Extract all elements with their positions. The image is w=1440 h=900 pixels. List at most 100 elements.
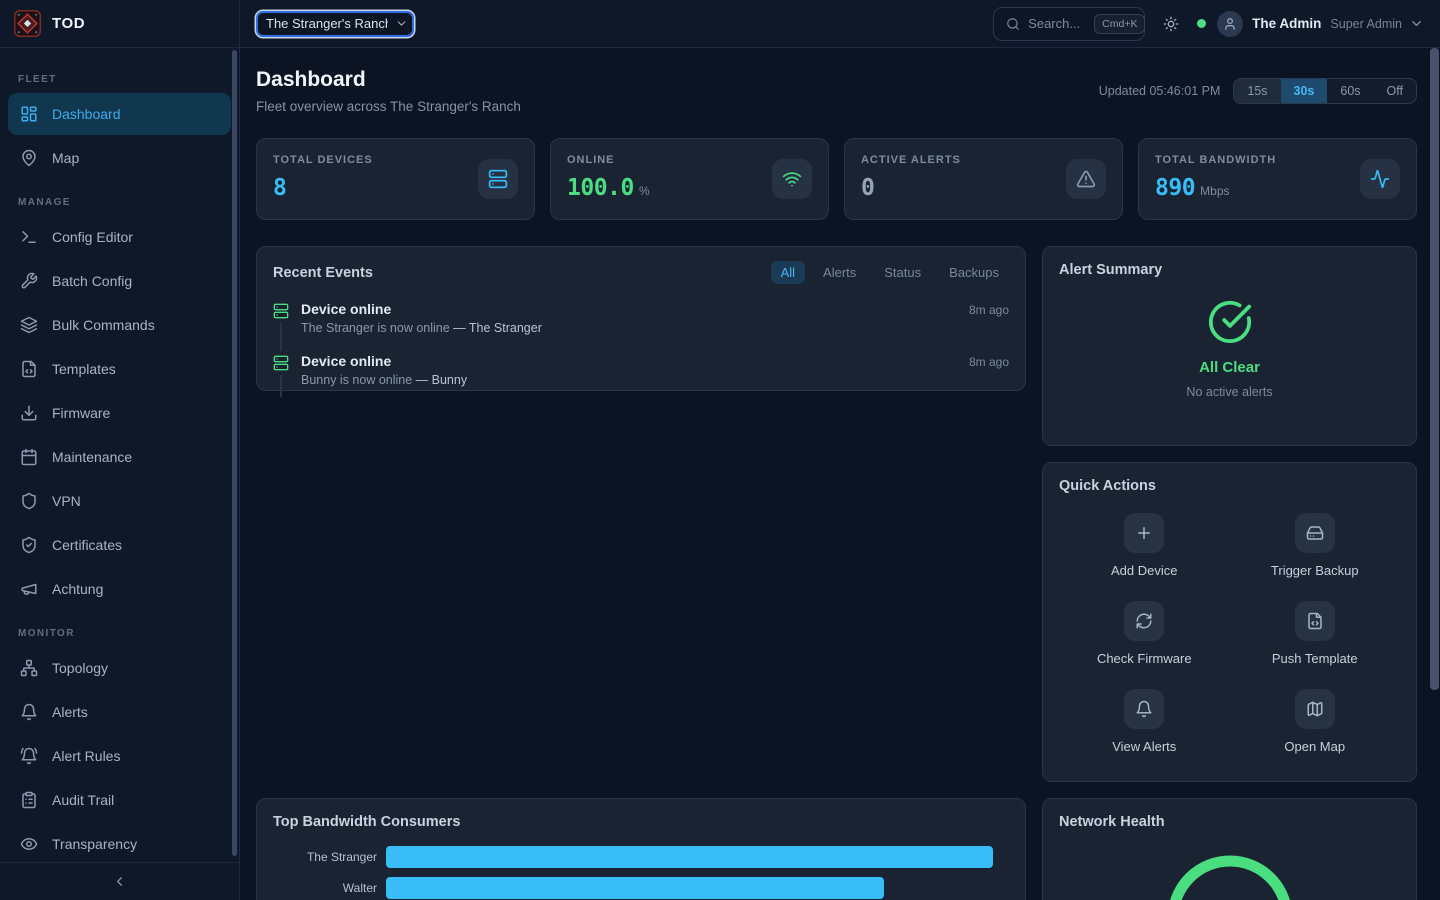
sidebar-item-certificates[interactable]: Certificates [8,524,231,566]
sidebar-item-templates[interactable]: Templates [8,348,231,390]
sidebar-section-manage: MANAGE [18,197,221,208]
refresh-60s-button[interactable]: 60s [1327,79,1373,103]
quick-action-label: Trigger Backup [1271,563,1359,578]
events-tab-all[interactable]: All [771,261,805,284]
sidebar-item-batch-config[interactable]: Batch Config [8,260,231,302]
refresh-30s-button[interactable]: 30s [1281,79,1328,103]
recent-events-title: Recent Events [273,265,373,281]
bell-icon [20,703,38,721]
stat-value: 0 [861,175,874,201]
user-menu-chevron-icon[interactable] [1409,16,1424,31]
search-box[interactable]: Cmd+K [993,7,1145,41]
fleet-selector[interactable]: The Stranger's Ranch [256,11,414,37]
avatar[interactable] [1217,11,1243,37]
sidebar-item-dashboard[interactable]: Dashboard [8,93,231,135]
sidebar-item-label: Firmware [52,405,110,421]
sidebar-item-label: Alert Rules [52,748,120,764]
sidebar-item-firmware[interactable]: Firmware [8,392,231,434]
events-tab-status[interactable]: Status [874,261,931,284]
stat-icon-chip [1360,159,1400,199]
stat-label: ACTIVE ALERTS [861,154,961,166]
check-firmware-button[interactable]: Check Firmware [1059,601,1230,666]
event-time: 8m ago [969,303,1009,317]
events-tab-alerts[interactable]: Alerts [813,261,866,284]
trigger-backup-button[interactable]: Trigger Backup [1230,513,1401,578]
alert-summary-status: All Clear [1199,359,1260,376]
alert-triangle-icon [1076,169,1096,189]
sidebar-section-fleet: FLEET [18,74,221,85]
download-icon [20,404,38,422]
alert-summary-note: No active alerts [1186,385,1272,399]
quick-action-label: Open Map [1284,739,1345,754]
alert-summary-title: Alert Summary [1059,262,1162,278]
stat-icon-chip [478,159,518,199]
sidebar-item-topology[interactable]: Topology [8,647,231,689]
refresh-15s-button[interactable]: 15s [1234,79,1280,103]
hard-drive-icon [1306,524,1324,542]
bandwidth-row: The Stranger [273,846,1009,868]
bandwidth-device-label: Walter [273,881,386,895]
sidebar-item-label: Config Editor [52,229,133,245]
sidebar-item-label: Map [52,150,79,166]
sidebar-item-vpn[interactable]: VPN [8,480,231,522]
stat-icon-chip [1066,159,1106,199]
push-template-button[interactable]: Push Template [1230,601,1401,666]
map-icon [1306,700,1324,718]
stat-cards: TOTAL DEVICES 8 ONLINE 100.0 % [256,138,1417,220]
quick-action-label: Push Template [1272,651,1358,666]
main-scrollbar[interactable] [1430,48,1439,690]
open-map-button[interactable]: Open Map [1230,689,1401,754]
event-row[interactable]: Device online 8m ago The Stranger is now… [273,296,1009,348]
user-name: The Admin [1252,16,1321,31]
plus-icon [1135,524,1153,542]
events-tab-backups[interactable]: Backups [939,261,1009,284]
brand-name: TOD [52,15,85,32]
sidebar-item-maintenance[interactable]: Maintenance [8,436,231,478]
event-title: Device online [301,353,391,369]
sidebar-item-label: Bulk Commands [52,317,155,333]
recent-events-panel: Recent Events All Alerts Status Backups … [256,246,1026,391]
event-row[interactable]: Device online 8m ago Bunny is now online… [273,348,1009,400]
user-icon [1223,17,1237,31]
add-device-button[interactable]: Add Device [1059,513,1230,578]
wifi-icon [782,169,802,189]
terminal-icon [20,228,38,246]
sidebar-scrollbar[interactable] [232,50,237,856]
stat-unit: Mbps [1200,184,1229,198]
sidebar-item-map[interactable]: Map [8,137,231,179]
sidebar-item-audit-trail[interactable]: Audit Trail [8,779,231,821]
stat-card-online: ONLINE 100.0 % [550,138,829,220]
sidebar-item-alert-rules[interactable]: Alert Rules [8,735,231,777]
event-detail: The Stranger is now online [301,321,453,335]
sidebar-item-transparency[interactable]: Transparency [8,823,231,862]
stat-label: TOTAL BANDWIDTH [1155,154,1276,166]
sidebar-collapse-button[interactable] [0,862,239,900]
stat-unit: % [639,184,650,198]
sidebar-item-label: Maintenance [52,449,132,465]
refresh-off-button[interactable]: Off [1374,79,1416,103]
sidebar-item-config-editor[interactable]: Config Editor [8,216,231,258]
event-time: 8m ago [969,355,1009,369]
search-icon [1006,17,1020,31]
bandwidth-device-label: The Stranger [273,850,386,864]
stat-label: ONLINE [567,154,650,166]
search-input[interactable] [1028,16,1086,31]
eye-icon [20,835,38,853]
sidebar-item-bulk-commands[interactable]: Bulk Commands [8,304,231,346]
sidebar-item-alerts[interactable]: Alerts [8,691,231,733]
theme-toggle-button[interactable] [1157,10,1185,38]
stat-card-active-alerts: ACTIVE ALERTS 0 [844,138,1123,220]
sidebar-item-label: Alerts [52,704,88,720]
bandwidth-chart: The Stranger Walter [273,846,1009,899]
network-health-gauge: 100 [1059,848,1400,900]
bandwidth-title: Top Bandwidth Consumers [273,814,460,830]
event-detail: Bunny is now online [301,373,416,387]
chevron-left-icon [112,874,127,889]
shield-check-icon [20,536,38,554]
app-logo-icon [14,10,41,37]
brand: TOD [0,0,240,47]
page-title: Dashboard [256,68,521,92]
sidebar-item-label: Transparency [52,836,137,852]
view-alerts-button[interactable]: View Alerts [1059,689,1230,754]
sidebar-item-achtung[interactable]: Achtung [8,568,231,610]
